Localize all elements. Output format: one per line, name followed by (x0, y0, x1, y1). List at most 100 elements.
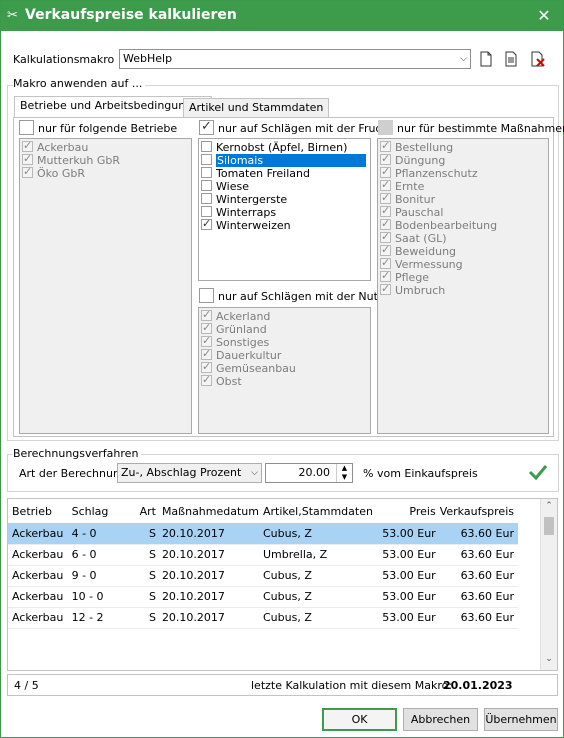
massnahmen-checkbox[interactable] (378, 120, 393, 135)
new-document-icon[interactable] (479, 51, 493, 67)
makro-select[interactable]: WebHelp ⌵ (119, 49, 471, 69)
list-item[interactable]: Wiese (199, 180, 370, 193)
list-item[interactable]: Ackerland (199, 308, 370, 323)
list-item-checkbox[interactable] (22, 139, 33, 152)
list-item-checkbox[interactable] (380, 269, 391, 282)
list-item[interactable]: Tomaten Freiland (199, 167, 370, 180)
amount-stepper[interactable]: ▲ ▼ (336, 464, 352, 482)
list-item-checkbox[interactable] (380, 178, 391, 191)
list-item[interactable]: Düngung (378, 152, 548, 167)
list-item-checkbox[interactable] (380, 243, 391, 256)
frucht-checkbox[interactable] (199, 119, 214, 135)
list-item[interactable]: Winterraps (199, 206, 370, 219)
list-item-checkbox[interactable] (201, 141, 212, 152)
stepper-up-icon[interactable]: ▲ (337, 464, 352, 473)
column-header[interactable]: Schlag (68, 499, 127, 523)
list-item[interactable]: Bodenbearbeitung (378, 217, 548, 232)
table-row[interactable]: Ackerbau 4 - 0 S 20.10.2017 Cubus, Z 53.… (8, 523, 518, 545)
list-item-checkbox[interactable] (380, 204, 391, 217)
scroll-up-icon[interactable]: ⌃ (541, 501, 557, 511)
close-button[interactable]: ✕ (533, 5, 555, 27)
tab-artikel[interactable]: Artikel und Stammdaten (183, 98, 330, 118)
scroll-down-icon[interactable]: ⌄ (541, 654, 557, 664)
frucht-filter[interactable]: nur auf Schlägen mit der Frucht (199, 119, 393, 137)
list-item[interactable]: Winterweizen (199, 217, 370, 232)
list-item[interactable]: Kernobst (Äpfel, Birnen) (199, 141, 370, 154)
list-item[interactable]: Silomais (199, 154, 370, 167)
list-item[interactable]: Umbruch (378, 282, 548, 297)
list-item[interactable]: Bestellung (378, 139, 548, 154)
column-header[interactable]: Betrieb (8, 499, 68, 523)
list-item[interactable]: Pauschal (378, 204, 548, 219)
column-header[interactable]: Preis (373, 499, 440, 523)
betriebe-filter[interactable]: nur für folgende Betriebe (19, 120, 177, 137)
list-item-checkbox[interactable] (201, 308, 212, 321)
list-item[interactable]: Bonitur (378, 191, 548, 206)
list-item-checkbox[interactable] (201, 180, 212, 191)
list-item[interactable]: Gemüseanbau (199, 360, 370, 375)
list-item-checkbox[interactable] (201, 334, 212, 347)
table-row[interactable]: Ackerbau 6 - 0 S 20.10.2017 Umbrella, Z … (8, 544, 518, 566)
dialog-window: ✂ Verkaufspreise kalkulieren ✕ Kalkulati… (0, 0, 564, 738)
list-item-checkbox[interactable] (201, 373, 212, 386)
column-header[interactable]: Verkaufspreis (440, 499, 518, 523)
list-item-checkbox[interactable] (22, 152, 33, 165)
list-item[interactable]: Sonstiges (199, 334, 370, 349)
list-item-checkbox[interactable] (201, 154, 212, 165)
list-item[interactable]: Vermessung (378, 256, 548, 271)
nutzart-list[interactable]: Ackerland Grünland Sonstiges Dauerkultur… (198, 307, 371, 434)
scrollbar[interactable]: ⌃ ⌄ (540, 499, 557, 670)
edit-document-icon[interactable] (504, 51, 518, 67)
frucht-list[interactable]: Kernobst (Äpfel, Birnen) Silomais Tomate… (198, 138, 371, 281)
list-item[interactable]: Ackerbau (20, 139, 191, 154)
list-item-checkbox[interactable] (380, 191, 391, 204)
table-row[interactable]: Ackerbau 9 - 0 S 20.10.2017 Cubus, Z 53.… (8, 565, 518, 587)
massnahmen-filter[interactable]: nur für bestimmte Maßnahmen (378, 120, 564, 137)
list-item[interactable]: Dauerkultur (199, 347, 370, 362)
column-header[interactable]: Maßnahmedatum (160, 499, 259, 523)
list-item-checkbox[interactable] (380, 230, 391, 243)
list-item[interactable]: Beweidung (378, 243, 548, 258)
list-item-checkbox[interactable] (22, 165, 33, 178)
list-item-checkbox[interactable] (380, 217, 391, 230)
makro-value: WebHelp (123, 52, 173, 65)
list-item[interactable]: Saat (GL) (378, 230, 548, 245)
list-item[interactable]: Pflanzenschutz (378, 165, 548, 180)
list-item-checkbox[interactable] (201, 193, 212, 204)
list-item-checkbox[interactable] (380, 282, 391, 295)
list-item-checkbox[interactable] (201, 321, 212, 334)
table-row[interactable]: Ackerbau 12 - 2 S 20.10.2017 Cubus, Z 53… (8, 607, 518, 629)
list-item-checkbox[interactable] (380, 256, 391, 269)
list-item[interactable]: Mutterkuh GbR (20, 152, 191, 167)
list-item[interactable]: Öko GbR (20, 165, 191, 180)
table-row[interactable]: Ackerbau 10 - 0 S 20.10.2017 Cubus, Z 53… (8, 586, 518, 608)
list-item-checkbox[interactable] (380, 165, 391, 178)
list-item[interactable]: Pflege (378, 269, 548, 284)
list-item-checkbox[interactable] (201, 217, 212, 230)
list-item[interactable]: Obst (199, 373, 370, 388)
art-select[interactable]: Zu-, Abschlag Prozent ⌵ (117, 463, 262, 483)
list-item-checkbox[interactable] (201, 360, 212, 373)
delete-document-icon[interactable] (530, 51, 546, 67)
record-count: 4 / 5 (14, 679, 39, 692)
list-item-checkbox[interactable] (201, 347, 212, 360)
list-item[interactable]: Ernte (378, 178, 548, 193)
nutzart-checkbox[interactable] (199, 288, 214, 303)
stepper-down-icon[interactable]: ▼ (337, 473, 352, 482)
scroll-thumb[interactable] (544, 517, 554, 535)
betriebe-checkbox[interactable] (19, 120, 34, 135)
nutzart-filter[interactable]: nur auf Schlägen mit der Nutzar (199, 288, 395, 305)
betriebe-list[interactable]: Ackerbau Mutterkuh GbR Öko GbR (19, 138, 192, 434)
list-item-checkbox[interactable] (201, 206, 212, 217)
apply-button[interactable]: Übernehmen (484, 708, 558, 731)
list-item-checkbox[interactable] (380, 139, 391, 152)
column-header[interactable]: Artikel,Stammdaten (259, 499, 373, 523)
ok-button[interactable]: OK (322, 708, 397, 731)
list-item-checkbox[interactable] (380, 152, 391, 165)
column-header[interactable]: Art (127, 499, 160, 523)
list-item[interactable]: Grünland (199, 321, 370, 336)
list-item[interactable]: Wintergerste (199, 193, 370, 206)
massnahmen-list[interactable]: Bestellung Düngung Pflanzenschutz Ernte … (377, 138, 549, 434)
cancel-button[interactable]: Abbrechen (403, 708, 478, 731)
list-item-checkbox[interactable] (201, 167, 212, 178)
